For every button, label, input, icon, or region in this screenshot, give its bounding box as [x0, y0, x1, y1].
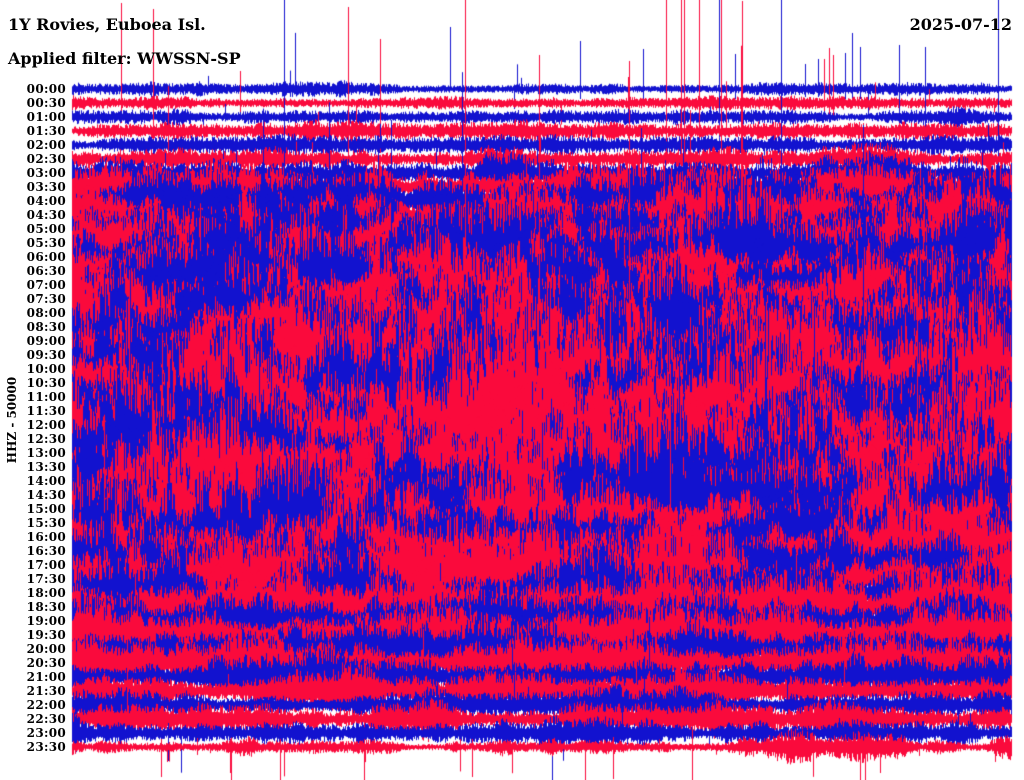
time-label-1730: 17:30: [26, 572, 66, 586]
time-label-1600: 16:00: [26, 530, 66, 544]
time-label-1130: 11:30: [26, 404, 66, 418]
time-label-0730: 07:30: [26, 292, 66, 306]
time-label-1830: 18:30: [26, 600, 66, 614]
time-label-1930: 19:30: [26, 628, 66, 642]
time-label-0300: 03:00: [26, 166, 66, 180]
time-label-0500: 05:00: [26, 222, 66, 236]
time-label-0330: 03:30: [26, 180, 66, 194]
time-label-0830: 08:30: [26, 320, 66, 334]
time-label-0100: 01:00: [26, 110, 66, 124]
time-label-1000: 10:00: [26, 362, 66, 376]
time-label-2100: 21:00: [26, 670, 66, 684]
time-label-1100: 11:00: [26, 390, 66, 404]
time-label-2230: 22:30: [26, 712, 66, 726]
time-label-2200: 22:00: [26, 698, 66, 712]
time-label-1530: 15:30: [26, 516, 66, 530]
time-label-1300: 13:00: [26, 446, 66, 460]
time-label-1500: 15:00: [26, 502, 66, 516]
time-label-0800: 08:00: [26, 306, 66, 320]
time-label-0700: 07:00: [26, 278, 66, 292]
time-label-0030: 00:30: [26, 96, 66, 110]
time-label-1800: 18:00: [26, 586, 66, 600]
time-label-1230: 12:30: [26, 432, 66, 446]
time-label-2000: 20:00: [26, 642, 66, 656]
time-label-2300: 23:00: [26, 726, 66, 740]
time-label-1900: 19:00: [26, 614, 66, 628]
time-label-0000: 00:00: [26, 82, 66, 96]
time-label-1430: 14:30: [26, 488, 66, 502]
time-label-0200: 02:00: [26, 138, 66, 152]
time-label-0630: 06:30: [26, 264, 66, 278]
time-label-2130: 21:30: [26, 684, 66, 698]
seismogram-traces-canvas: [0, 0, 1024, 780]
time-label-1400: 14:00: [26, 474, 66, 488]
time-label-0130: 01:30: [26, 124, 66, 138]
time-label-0230: 02:30: [26, 152, 66, 166]
time-label-1700: 17:00: [26, 558, 66, 572]
time-label-1200: 12:00: [26, 418, 66, 432]
time-label-0400: 04:00: [26, 194, 66, 208]
time-label-1330: 13:30: [26, 460, 66, 474]
station-title: 1Y Rovies, Euboea Isl.: [8, 15, 206, 34]
time-label-0430: 04:30: [26, 208, 66, 222]
helicorder-page: 1Y Rovies, Euboea Isl. Applied filter: W…: [0, 0, 1024, 780]
time-label-1630: 16:30: [26, 544, 66, 558]
time-label-0600: 06:00: [26, 250, 66, 264]
time-label-0930: 09:30: [26, 348, 66, 362]
applied-filter-label: Applied filter: WWSSN-SP: [8, 49, 241, 68]
time-label-0900: 09:00: [26, 334, 66, 348]
date-label: 2025-07-12: [909, 15, 1012, 34]
time-label-2330: 23:30: [26, 740, 66, 754]
time-label-1030: 10:30: [26, 376, 66, 390]
time-label-0530: 05:30: [26, 236, 66, 250]
time-label-2030: 20:30: [26, 656, 66, 670]
